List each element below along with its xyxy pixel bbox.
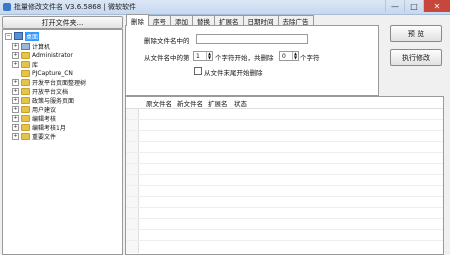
tree-item-label: PJCapture_CN (32, 69, 73, 77)
grid-line (126, 152, 443, 153)
desktop-icon (14, 32, 23, 40)
app-icon (3, 3, 11, 11)
tree-item-label: 编辑考核1月 (32, 124, 66, 132)
folder-icon (21, 51, 30, 59)
folder-icon (21, 78, 30, 86)
expand-icon[interactable]: + (12, 132, 19, 140)
tree-item-edit-review[interactable]: + 编辑考核 (12, 114, 57, 123)
start-position-value: 1 (196, 52, 200, 60)
grid-line (126, 218, 443, 219)
grid-line (126, 185, 443, 186)
chars-label: 个字符 (300, 54, 320, 62)
tree-item-label: 开放平台文档 (32, 88, 69, 96)
tree-item-edit-review-jan[interactable]: + 编辑考核1月 (12, 123, 66, 132)
expand-icon[interactable]: + (12, 51, 19, 59)
tree-item-label: 政策与服务页面 (32, 97, 75, 105)
tree-item-computer[interactable]: + 计算机 (12, 42, 51, 51)
grid-line (126, 174, 443, 175)
folder-icon (21, 96, 30, 104)
tree-item-feedback[interactable]: + 用户建议 (12, 105, 57, 114)
grid-line (126, 240, 443, 241)
tab-delete[interactable]: 删除 (126, 14, 149, 26)
column-new-name[interactable]: 新文件名 (177, 98, 203, 108)
delete-count-value: 0 (282, 52, 286, 60)
spin-arrows-icon[interactable]: ▲ ▼ (206, 52, 212, 60)
from-end-label: 从文件末尾开始删除 (204, 69, 263, 77)
tree-item-label: 桌面 (25, 31, 40, 41)
expand-icon[interactable]: + (12, 60, 19, 68)
delete-count-stepper[interactable]: 0 ▲ ▼ (279, 51, 299, 61)
tree-item-policy[interactable]: + 政策与服务页面 (12, 96, 75, 105)
tree-item-label: 开发平台页面整理树 (32, 79, 87, 87)
file-grid[interactable]: 原文件名 新文件名 扩展名 状态 (125, 96, 444, 255)
tree-item-label: 计算机 (32, 43, 51, 51)
folder-icon (21, 105, 30, 113)
execute-button[interactable]: 执行修改 (390, 49, 442, 66)
spin-arrows-icon[interactable]: ▲ ▼ (292, 52, 298, 60)
folder-tree[interactable]: − 桌面 + 计算机 + Administrator + 库 PJCapture… (2, 29, 123, 255)
open-folder-button[interactable]: 打开文件夹... (2, 16, 123, 29)
folder-icon (21, 132, 30, 140)
expand-icon[interactable]: + (12, 42, 19, 50)
grid-line (126, 141, 443, 142)
tree-item-dev-platform[interactable]: + 开发平台页面整理树 (12, 78, 87, 87)
tree-item-important[interactable]: + 重要文件 (12, 132, 57, 141)
tree-item-open-platform-docs[interactable]: + 开放平台文档 (12, 87, 69, 96)
tree-item-pjcapture[interactable]: PJCapture_CN (12, 69, 73, 77)
expand-icon[interactable]: + (12, 105, 19, 113)
collapse-icon[interactable]: − (5, 32, 12, 40)
grid-line (126, 229, 443, 230)
computer-icon (21, 42, 30, 50)
tree-item-library[interactable]: + 库 (12, 60, 39, 69)
minimize-button[interactable]: — (385, 0, 404, 12)
grid-header: 原文件名 新文件名 扩展名 状态 (126, 97, 443, 109)
tree-item-desktop[interactable]: − 桌面 (5, 31, 40, 41)
expand-icon[interactable]: + (12, 96, 19, 104)
grid-line (126, 196, 443, 197)
from-position-label: 从文件名中的第 (144, 54, 190, 62)
expand-icon[interactable]: + (12, 114, 19, 122)
delete-text-label: 删除文件名中的 (144, 37, 190, 45)
expand-icon[interactable]: + (12, 87, 19, 95)
window-title: 批量修改文件名 V3.6.5868 | 微软软件 (14, 3, 136, 11)
window-controls: — □ ✕ (385, 0, 450, 13)
tree-item-label: 重要文件 (32, 133, 57, 141)
folder-icon (21, 114, 30, 122)
folder-icon (21, 60, 30, 68)
preview-button[interactable]: 预 览 (390, 25, 442, 42)
maximize-button[interactable]: □ (404, 0, 423, 12)
chars-start-label: 个字符开始，共删除 (215, 54, 274, 62)
tree-item-administrator[interactable]: + Administrator (12, 51, 73, 59)
delete-text-input[interactable] (196, 34, 308, 44)
tree-item-label: 库 (32, 61, 39, 69)
folder-icon (21, 69, 30, 77)
folder-icon (21, 87, 30, 95)
grid-line (126, 207, 443, 208)
title-bar: 批量修改文件名 V3.6.5868 | 微软软件 — □ ✕ (0, 0, 450, 15)
column-original-name[interactable]: 原文件名 (146, 98, 172, 108)
from-end-checkbox[interactable] (194, 67, 202, 75)
grid-line (126, 163, 443, 164)
tree-item-label: 用户建议 (32, 106, 57, 114)
tree-item-label: Administrator (32, 51, 73, 59)
client-area: 打开文件夹... − 桌面 + 计算机 + Administrator + 库 (0, 14, 450, 255)
start-position-stepper[interactable]: 1 ▲ ▼ (193, 51, 213, 61)
grid-line (126, 130, 443, 131)
grid-line (126, 119, 443, 120)
close-button[interactable]: ✕ (423, 0, 450, 12)
expand-icon[interactable]: + (12, 78, 19, 86)
column-extension[interactable]: 扩展名 (208, 98, 228, 108)
folder-icon (21, 123, 30, 131)
folder-pane: 打开文件夹... − 桌面 + 计算机 + Administrator + 库 (2, 15, 123, 255)
column-status[interactable]: 状态 (234, 98, 247, 108)
tree-item-label: 编辑考核 (32, 115, 57, 123)
delete-panel: 删除文件名中的 从文件名中的第 1 ▲ ▼ 个字符开始，共删除 0 ▲ ▼ 个字符 … (125, 25, 379, 96)
expand-icon[interactable]: + (12, 123, 19, 131)
